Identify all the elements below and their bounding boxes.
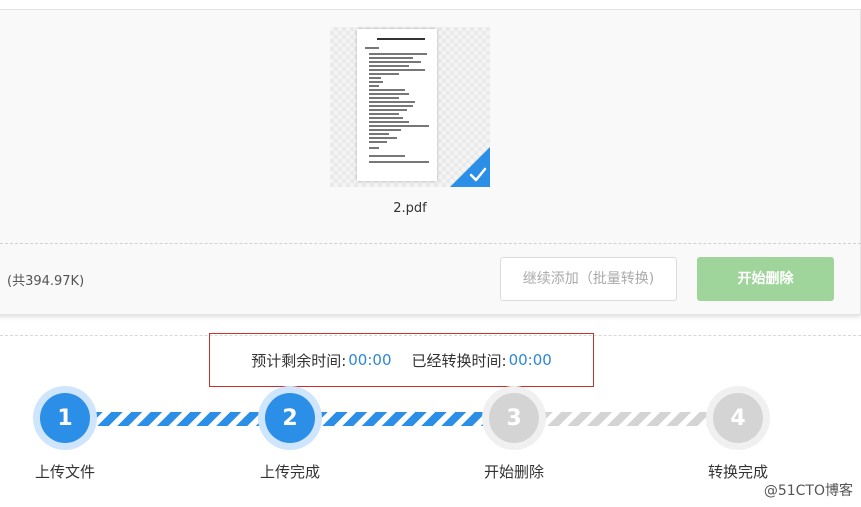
continue-add-button[interactable]: 继续添加（批量转换) bbox=[500, 257, 677, 301]
step-4-label: 转换完成 bbox=[707, 463, 768, 481]
watermark: @51CTO博客 bbox=[763, 483, 853, 499]
step-3-label: 开始删除 bbox=[483, 463, 544, 481]
pdf-page-preview bbox=[357, 29, 437, 181]
step-2-circle: 2 bbox=[258, 386, 322, 450]
progress-bar-segment-1 bbox=[90, 412, 267, 426]
step-1-number: 1 bbox=[40, 393, 90, 443]
remaining-time-value: 00:00 bbox=[348, 351, 392, 369]
step-1-label: 上传文件 bbox=[34, 463, 95, 481]
progress-bar-segment-2 bbox=[315, 412, 492, 426]
elapsed-time-value: 00:00 bbox=[508, 351, 552, 369]
step-3-circle: 3 bbox=[482, 386, 546, 450]
step-2-number: 2 bbox=[265, 393, 315, 443]
total-size: (共394.97K) bbox=[7, 274, 85, 289]
start-delete-button[interactable]: 开始删除 bbox=[697, 257, 834, 301]
step-4-circle: 4 bbox=[706, 386, 770, 450]
step-2-label: 上传完成 bbox=[259, 463, 320, 481]
check-icon bbox=[450, 147, 490, 187]
step-3-number: 3 bbox=[489, 393, 539, 443]
step-4-number: 4 bbox=[713, 393, 763, 443]
file-name: 2.pdf bbox=[393, 201, 427, 216]
remaining-time-label: 预计剩余时间: bbox=[251, 351, 347, 370]
progress-bar-segment-3 bbox=[540, 412, 717, 426]
step-1-circle: 1 bbox=[33, 386, 97, 450]
time-status-box: 预计剩余时间: 00:00 已经转换时间: 00:00 bbox=[209, 333, 594, 387]
elapsed-time-label: 已经转换时间: bbox=[411, 351, 507, 370]
panel-divider bbox=[0, 243, 861, 244]
file-thumbnail-card[interactable] bbox=[330, 27, 490, 187]
